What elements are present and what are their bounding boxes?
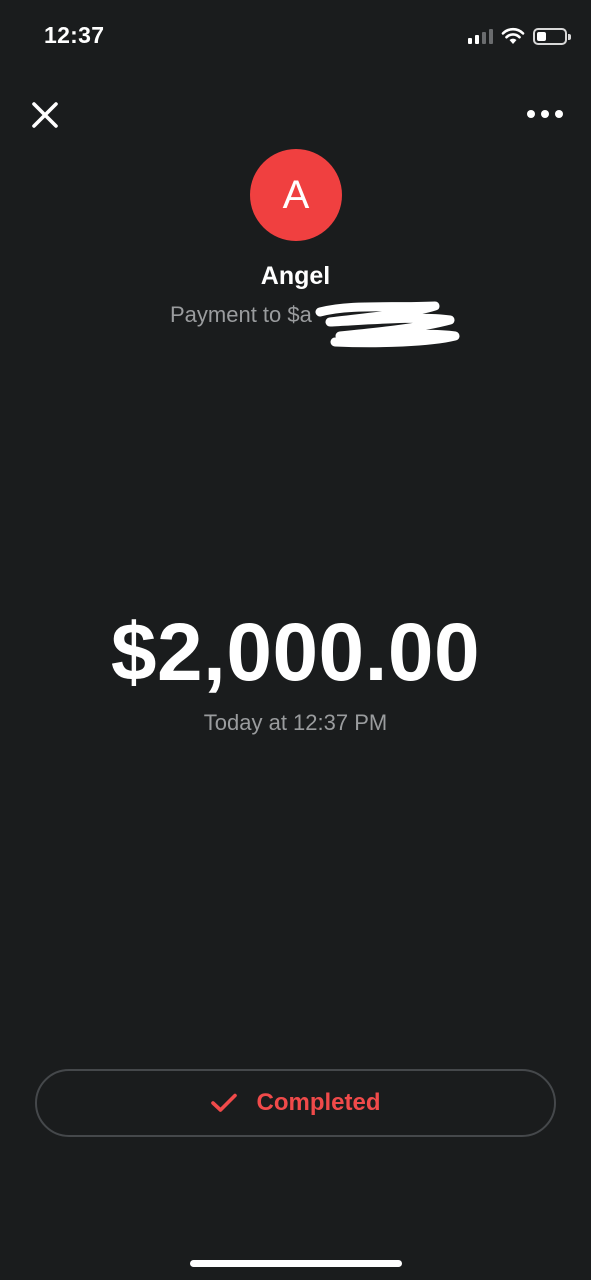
avatar[interactable]: A [250,149,342,241]
payment-subtitle: Payment to $a [170,302,312,327]
battery-icon [533,27,571,45]
signal-icon [468,28,493,44]
home-indicator[interactable] [190,1260,402,1267]
status-icons [468,24,571,48]
close-icon [32,102,58,128]
status-completed-button[interactable]: Completed [35,1069,556,1137]
payment-detail-screen: 12:37 A Angel Payment to $a $2,000.00 To… [0,0,591,1280]
recipient-name: Angel [260,262,331,290]
more-options-button[interactable] [527,104,563,124]
wifi-icon [501,27,525,44]
redaction-mark [315,301,460,348]
close-button[interactable] [30,100,60,130]
status-time: 12:37 [44,22,105,48]
payment-timestamp: Today at 12:37 PM [203,710,388,735]
more-options-icon [527,110,535,118]
status-label: Completed [256,1089,381,1116]
checkmark-icon [211,1093,238,1112]
payment-amount: $2,000.00 [110,607,481,698]
